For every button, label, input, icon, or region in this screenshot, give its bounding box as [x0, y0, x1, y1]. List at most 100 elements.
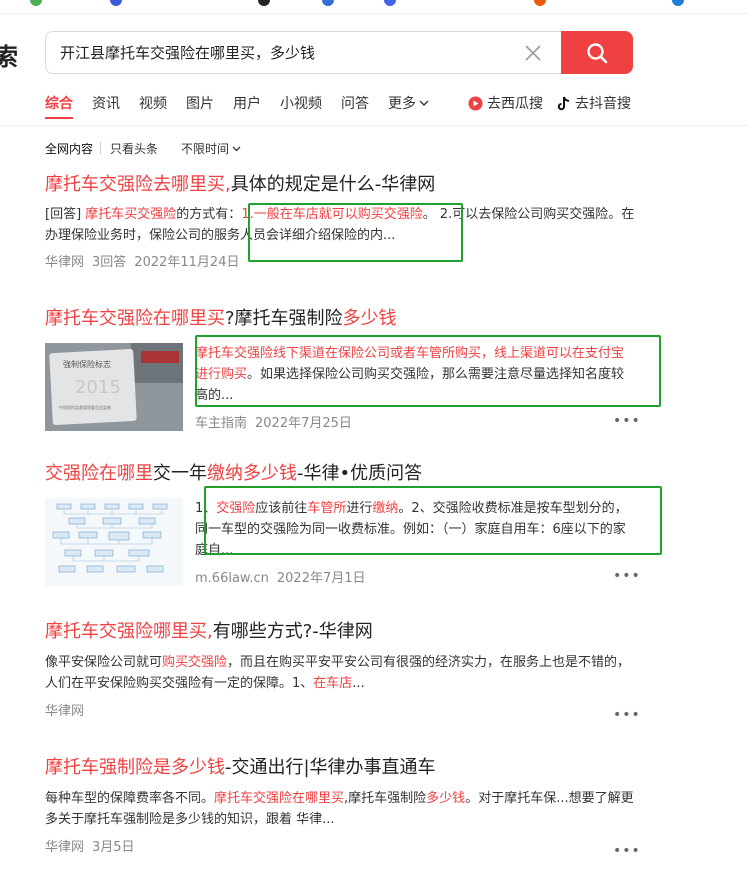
chevron-down-icon: [232, 146, 241, 152]
result-title[interactable]: 摩托车强制险是多少钱-交通出行|华律办事直通车: [45, 755, 635, 781]
tab-news[interactable]: 资讯: [92, 93, 120, 113]
filter-toutiao-only[interactable]: 只看头条: [110, 140, 158, 157]
snippet-highlight: 多少钱: [426, 791, 466, 806]
bookmark-2[interactable]: [110, 0, 127, 6]
doc-icon: [384, 0, 396, 6]
bookmarks-bar: [0, 0, 749, 14]
chevron-down-icon: [419, 100, 429, 106]
bookmark-icon: [534, 0, 546, 6]
result-meta: 华律网 3回答 2022年11月24日: [45, 251, 635, 270]
search-result: 摩托车交强险在哪里买?摩托车强制险多少钱 強制保险标志 2015 中国保险监督管…: [45, 306, 640, 436]
snippet-highlight: 在车店: [313, 676, 353, 691]
search-result: 交强险在哪里交一年缴纳多少钱-华律•优质问答 1、交强险应该前往车管所进行缴纳。…: [45, 461, 640, 591]
tab-xigua-label: 去西瓜搜: [487, 96, 543, 112]
tab-douyin-label: 去抖音搜: [575, 96, 631, 112]
bookmark-icon: [110, 0, 122, 6]
snippet-text: 每种车型的保障费率各不同。: [45, 791, 215, 806]
search-icon: [587, 42, 608, 63]
bookmark-3[interactable]: [258, 0, 275, 6]
title-text: 具体的规定是什么-华律网: [230, 174, 436, 195]
result-thumbnail[interactable]: 強制保险标志 2015 中国保险监督管理委员会监制: [45, 343, 183, 431]
result-meta: 华律网 3月5日: [45, 836, 635, 855]
title-text: -交通出行|华律办事直通车: [225, 757, 436, 778]
more-options-icon[interactable]: •••: [613, 569, 640, 587]
thumb-caption: 中国保险监督管理委员会监制: [59, 404, 111, 410]
title-highlight: 交强险在哪里: [45, 463, 153, 484]
tab-all[interactable]: 综合: [45, 93, 73, 113]
tab-qa[interactable]: 问答: [341, 93, 369, 113]
result-source[interactable]: m.66law.cn: [195, 571, 269, 586]
thumb-year: 2015: [75, 377, 121, 398]
result-date: 3月5日: [92, 840, 135, 855]
result-date: 2022年7月1日: [276, 571, 366, 586]
tab-users[interactable]: 用户: [233, 93, 261, 113]
google-icon: [30, 0, 42, 6]
github-icon: [258, 0, 270, 6]
snippet-prefix: [回答]: [45, 207, 86, 222]
result-meta: m.66law.cn 2022年7月1日: [195, 567, 366, 586]
filter-time-label: 不限时间: [181, 142, 230, 156]
more-options-icon[interactable]: •••: [613, 844, 640, 862]
douyin-icon: [557, 96, 570, 110]
tab-video[interactable]: 视频: [139, 93, 167, 113]
bookmark-7[interactable]: [672, 0, 689, 6]
tab-images[interactable]: 图片: [186, 93, 214, 113]
snippet-highlight: 车管所: [307, 501, 347, 516]
bookmark-4[interactable]: [322, 0, 339, 6]
thumb-title: 強制保险标志: [63, 359, 111, 369]
tab-xigua-search[interactable]: 去西瓜搜: [468, 93, 543, 113]
tab-more[interactable]: 更多: [388, 93, 430, 113]
snippet-text: 应该前往: [255, 501, 308, 516]
logo-fragment[interactable]: 索: [0, 37, 18, 72]
search-result: 摩托车交强险哪里买,有哪些方式?-华律网 像平安保险公司就可购买交强险，而且在购…: [45, 619, 640, 722]
result-snippet: 每种车型的保障费率各不同。摩托车交强险在哪里买,摩托车强制险多少钱。对于摩托车保…: [45, 788, 635, 830]
bookmark-icon: [672, 0, 684, 6]
search-button[interactable]: [561, 31, 633, 74]
result-meta: 车主指南 2022年7月25日: [195, 412, 352, 431]
title-highlight: 摩托车强制险是多少钱: [45, 757, 225, 778]
result-date: 2022年11月24日: [134, 255, 240, 270]
result-thumbnail[interactable]: [45, 498, 183, 586]
more-options-icon[interactable]: •••: [613, 708, 640, 726]
title-highlight: 摩托车交强险哪里买,: [45, 621, 213, 642]
title-text: -华律•优质问答: [297, 463, 423, 484]
snippet-text: ,摩托车强制险: [344, 791, 427, 806]
result-source[interactable]: 华律网: [45, 255, 84, 270]
header-divider: [0, 125, 749, 126]
active-tab-indicator: [45, 117, 73, 119]
filter-time[interactable]: 不限时间: [181, 140, 242, 157]
xigua-icon: [468, 96, 483, 110]
result-title[interactable]: 交强险在哪里交一年缴纳多少钱-华律•优质问答: [45, 461, 635, 487]
search-box: [45, 31, 563, 74]
result-source[interactable]: 车主指南: [195, 416, 247, 431]
snippet-text: 像平安保险公司就可: [45, 655, 163, 670]
clear-icon[interactable]: [522, 42, 544, 64]
answer-count: 3回答: [92, 255, 127, 270]
result-source[interactable]: 华律网: [45, 704, 84, 719]
tab-short-video[interactable]: 小视频: [280, 93, 322, 113]
search-input[interactable]: [60, 32, 510, 73]
snippet-text: ...: [352, 676, 365, 691]
snippet-highlight: 摩托车买交强险: [85, 207, 177, 222]
tab-douyin-search[interactable]: 去抖音搜: [557, 93, 631, 113]
title-highlight: 摩托车交强险在哪里买: [45, 308, 225, 329]
snippet-text: 进行: [346, 501, 373, 516]
result-title[interactable]: 摩托车交强险哪里买,有哪些方式?-华律网: [45, 619, 635, 645]
result-title[interactable]: 摩托车交强险在哪里买?摩托车强制险多少钱: [45, 306, 635, 332]
snippet-text: 1、: [195, 501, 217, 516]
tab-more-label: 更多: [388, 96, 416, 112]
result-snippet: [回答] 摩托车买交强险的方式有：1.一般在车店就可以购买交强险。 2.可以去保…: [45, 204, 635, 246]
title-highlight: 摩托车交强险去哪里买,: [45, 174, 231, 195]
bookmark-6[interactable]: [534, 0, 551, 6]
bookmark-5[interactable]: [384, 0, 401, 6]
snippet-text: 。如果选择保险公司购买交强险，那么需要注意尽量选择知名度较高的...: [195, 367, 625, 403]
bookmark-google[interactable]: [30, 0, 47, 6]
search-result: 摩托车交强险去哪里买,具体的规定是什么-华律网 [回答] 摩托车买交强险的方式有…: [45, 172, 635, 270]
title-text: ?摩托车强制险: [225, 308, 343, 329]
snippet-text: 的方式有：: [176, 207, 242, 222]
result-source[interactable]: 华律网: [45, 840, 84, 855]
snippet-highlight: 1.一般在车店就可以购买交强险: [241, 207, 423, 222]
result-title[interactable]: 摩托车交强险去哪里买,具体的规定是什么-华律网: [45, 172, 635, 198]
more-options-icon[interactable]: •••: [613, 414, 640, 432]
filter-all-web[interactable]: 全网内容: [45, 140, 93, 157]
